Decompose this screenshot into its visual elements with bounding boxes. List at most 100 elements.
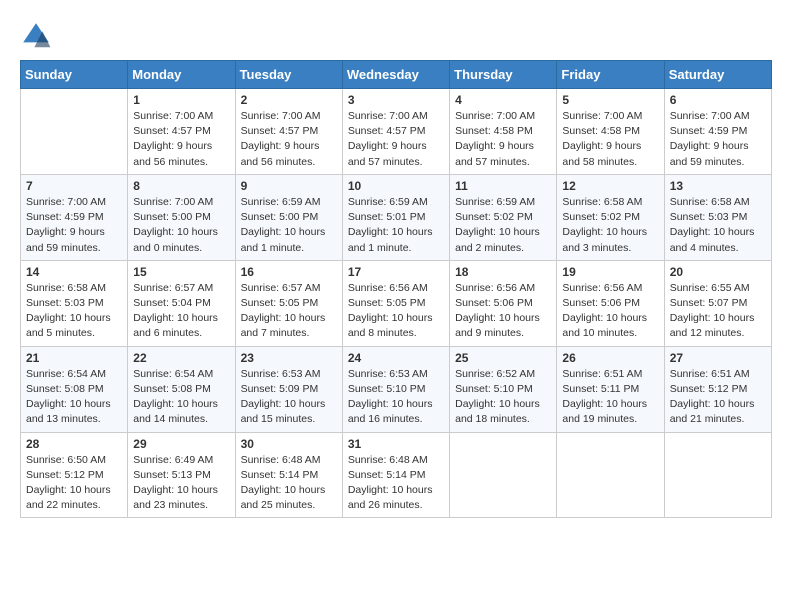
calendar-cell: 24 Sunrise: 6:53 AMSunset: 5:10 PMDayligh…: [342, 346, 449, 432]
day-info: Sunrise: 6:53 AMSunset: 5:09 PMDaylight:…: [241, 367, 337, 428]
day-info: Sunrise: 7:00 AMSunset: 4:59 PMDaylight:…: [670, 109, 766, 170]
calendar-cell: 31 Sunrise: 6:48 AMSunset: 5:14 PMDayligh…: [342, 432, 449, 518]
weekday-header: Friday: [557, 61, 664, 89]
weekday-header: Monday: [128, 61, 235, 89]
calendar-cell: 8 Sunrise: 7:00 AMSunset: 5:00 PMDaylight…: [128, 174, 235, 260]
calendar-cell: 30 Sunrise: 6:48 AMSunset: 5:14 PMDayligh…: [235, 432, 342, 518]
calendar-week-row: 21 Sunrise: 6:54 AMSunset: 5:08 PMDayligh…: [21, 346, 772, 432]
day-info: Sunrise: 7:00 AMSunset: 4:58 PMDaylight:…: [455, 109, 551, 170]
day-number: 18: [455, 265, 551, 279]
day-info: Sunrise: 6:59 AMSunset: 5:02 PMDaylight:…: [455, 195, 551, 256]
calendar-cell: 20 Sunrise: 6:55 AMSunset: 5:07 PMDayligh…: [664, 260, 771, 346]
weekday-header: Saturday: [664, 61, 771, 89]
day-info: Sunrise: 7:00 AMSunset: 4:58 PMDaylight:…: [562, 109, 658, 170]
day-info: Sunrise: 7:00 AMSunset: 5:00 PMDaylight:…: [133, 195, 229, 256]
day-number: 29: [133, 437, 229, 451]
day-number: 13: [670, 179, 766, 193]
calendar-cell: 16 Sunrise: 6:57 AMSunset: 5:05 PMDayligh…: [235, 260, 342, 346]
calendar-cell: [450, 432, 557, 518]
calendar-cell: 13 Sunrise: 6:58 AMSunset: 5:03 PMDayligh…: [664, 174, 771, 260]
calendar-cell: 15 Sunrise: 6:57 AMSunset: 5:04 PMDayligh…: [128, 260, 235, 346]
calendar-cell: 2 Sunrise: 7:00 AMSunset: 4:57 PMDaylight…: [235, 89, 342, 175]
day-info: Sunrise: 6:58 AMSunset: 5:02 PMDaylight:…: [562, 195, 658, 256]
day-info: Sunrise: 6:50 AMSunset: 5:12 PMDaylight:…: [26, 453, 122, 514]
calendar-cell: 29 Sunrise: 6:49 AMSunset: 5:13 PMDayligh…: [128, 432, 235, 518]
day-number: 16: [241, 265, 337, 279]
day-number: 21: [26, 351, 122, 365]
weekday-header: Thursday: [450, 61, 557, 89]
calendar-cell: 3 Sunrise: 7:00 AMSunset: 4:57 PMDaylight…: [342, 89, 449, 175]
day-number: 10: [348, 179, 444, 193]
day-number: 27: [670, 351, 766, 365]
day-info: Sunrise: 6:58 AMSunset: 5:03 PMDaylight:…: [26, 281, 122, 342]
day-info: Sunrise: 6:59 AMSunset: 5:00 PMDaylight:…: [241, 195, 337, 256]
logo-icon: [20, 20, 52, 52]
day-number: 26: [562, 351, 658, 365]
day-number: 8: [133, 179, 229, 193]
day-number: 11: [455, 179, 551, 193]
day-info: Sunrise: 6:56 AMSunset: 5:06 PMDaylight:…: [455, 281, 551, 342]
day-number: 19: [562, 265, 658, 279]
day-number: 4: [455, 93, 551, 107]
day-number: 15: [133, 265, 229, 279]
day-info: Sunrise: 6:52 AMSunset: 5:10 PMDaylight:…: [455, 367, 551, 428]
calendar-cell: 25 Sunrise: 6:52 AMSunset: 5:10 PMDayligh…: [450, 346, 557, 432]
calendar-cell: 17Sunrise: 6:56 AMSunset: 5:05 PMDayligh…: [342, 260, 449, 346]
calendar-header-row: SundayMondayTuesdayWednesdayThursdayFrid…: [21, 61, 772, 89]
day-number: 22: [133, 351, 229, 365]
calendar-cell: 27Sunrise: 6:51 AMSunset: 5:12 PMDayligh…: [664, 346, 771, 432]
calendar-cell: 12Sunrise: 6:58 AMSunset: 5:02 PMDayligh…: [557, 174, 664, 260]
calendar-cell: 11 Sunrise: 6:59 AMSunset: 5:02 PMDayligh…: [450, 174, 557, 260]
day-number: 3: [348, 93, 444, 107]
calendar-table: SundayMondayTuesdayWednesdayThursdayFrid…: [20, 60, 772, 518]
day-number: 14: [26, 265, 122, 279]
day-info: Sunrise: 6:57 AMSunset: 5:04 PMDaylight:…: [133, 281, 229, 342]
weekday-header: Tuesday: [235, 61, 342, 89]
day-info: Sunrise: 6:48 AMSunset: 5:14 PMDaylight:…: [241, 453, 337, 514]
calendar-cell: 9 Sunrise: 6:59 AMSunset: 5:00 PMDaylight…: [235, 174, 342, 260]
day-number: 7: [26, 179, 122, 193]
calendar-week-row: 28Sunrise: 6:50 AMSunset: 5:12 PMDayligh…: [21, 432, 772, 518]
day-info: Sunrise: 7:00 AMSunset: 4:57 PMDaylight:…: [348, 109, 444, 170]
calendar-cell: 28Sunrise: 6:50 AMSunset: 5:12 PMDayligh…: [21, 432, 128, 518]
day-number: 20: [670, 265, 766, 279]
day-number: 25: [455, 351, 551, 365]
day-info: Sunrise: 6:54 AMSunset: 5:08 PMDaylight:…: [26, 367, 122, 428]
day-number: 6: [670, 93, 766, 107]
day-info: Sunrise: 6:59 AMSunset: 5:01 PMDaylight:…: [348, 195, 444, 256]
calendar-cell: 23 Sunrise: 6:53 AMSunset: 5:09 PMDayligh…: [235, 346, 342, 432]
day-info: Sunrise: 6:48 AMSunset: 5:14 PMDaylight:…: [348, 453, 444, 514]
weekday-header: Sunday: [21, 61, 128, 89]
day-info: Sunrise: 6:56 AMSunset: 5:06 PMDaylight:…: [562, 281, 658, 342]
day-info: Sunrise: 6:55 AMSunset: 5:07 PMDaylight:…: [670, 281, 766, 342]
calendar-cell: 14 Sunrise: 6:58 AMSunset: 5:03 PMDayligh…: [21, 260, 128, 346]
day-info: Sunrise: 6:54 AMSunset: 5:08 PMDaylight:…: [133, 367, 229, 428]
weekday-header: Wednesday: [342, 61, 449, 89]
calendar-cell: 18 Sunrise: 6:56 AMSunset: 5:06 PMDayligh…: [450, 260, 557, 346]
page-header: [20, 20, 772, 52]
day-number: 9: [241, 179, 337, 193]
day-info: Sunrise: 7:00 AMSunset: 4:57 PMDaylight:…: [241, 109, 337, 170]
day-number: 2: [241, 93, 337, 107]
calendar-cell: 1Sunrise: 7:00 AMSunset: 4:57 PMDaylight…: [128, 89, 235, 175]
day-number: 30: [241, 437, 337, 451]
calendar-cell: 5Sunrise: 7:00 AMSunset: 4:58 PMDaylight…: [557, 89, 664, 175]
calendar-cell: 21 Sunrise: 6:54 AMSunset: 5:08 PMDayligh…: [21, 346, 128, 432]
calendar-cell: 26 Sunrise: 6:51 AMSunset: 5:11 PMDayligh…: [557, 346, 664, 432]
calendar-cell: [21, 89, 128, 175]
calendar-week-row: 7Sunrise: 7:00 AMSunset: 4:59 PMDaylight…: [21, 174, 772, 260]
calendar-week-row: 1Sunrise: 7:00 AMSunset: 4:57 PMDaylight…: [21, 89, 772, 175]
calendar-cell: [664, 432, 771, 518]
calendar-cell: 10 Sunrise: 6:59 AMSunset: 5:01 PMDayligh…: [342, 174, 449, 260]
day-info: Sunrise: 6:49 AMSunset: 5:13 PMDaylight:…: [133, 453, 229, 514]
day-number: 31: [348, 437, 444, 451]
calendar-week-row: 14 Sunrise: 6:58 AMSunset: 5:03 PMDayligh…: [21, 260, 772, 346]
day-info: Sunrise: 6:57 AMSunset: 5:05 PMDaylight:…: [241, 281, 337, 342]
day-number: 24: [348, 351, 444, 365]
day-number: 23: [241, 351, 337, 365]
day-info: Sunrise: 6:53 AMSunset: 5:10 PMDaylight:…: [348, 367, 444, 428]
day-info: Sunrise: 6:51 AMSunset: 5:11 PMDaylight:…: [562, 367, 658, 428]
calendar-cell: 22 Sunrise: 6:54 AMSunset: 5:08 PMDayligh…: [128, 346, 235, 432]
day-info: Sunrise: 6:58 AMSunset: 5:03 PMDaylight:…: [670, 195, 766, 256]
calendar-cell: 7Sunrise: 7:00 AMSunset: 4:59 PMDaylight…: [21, 174, 128, 260]
